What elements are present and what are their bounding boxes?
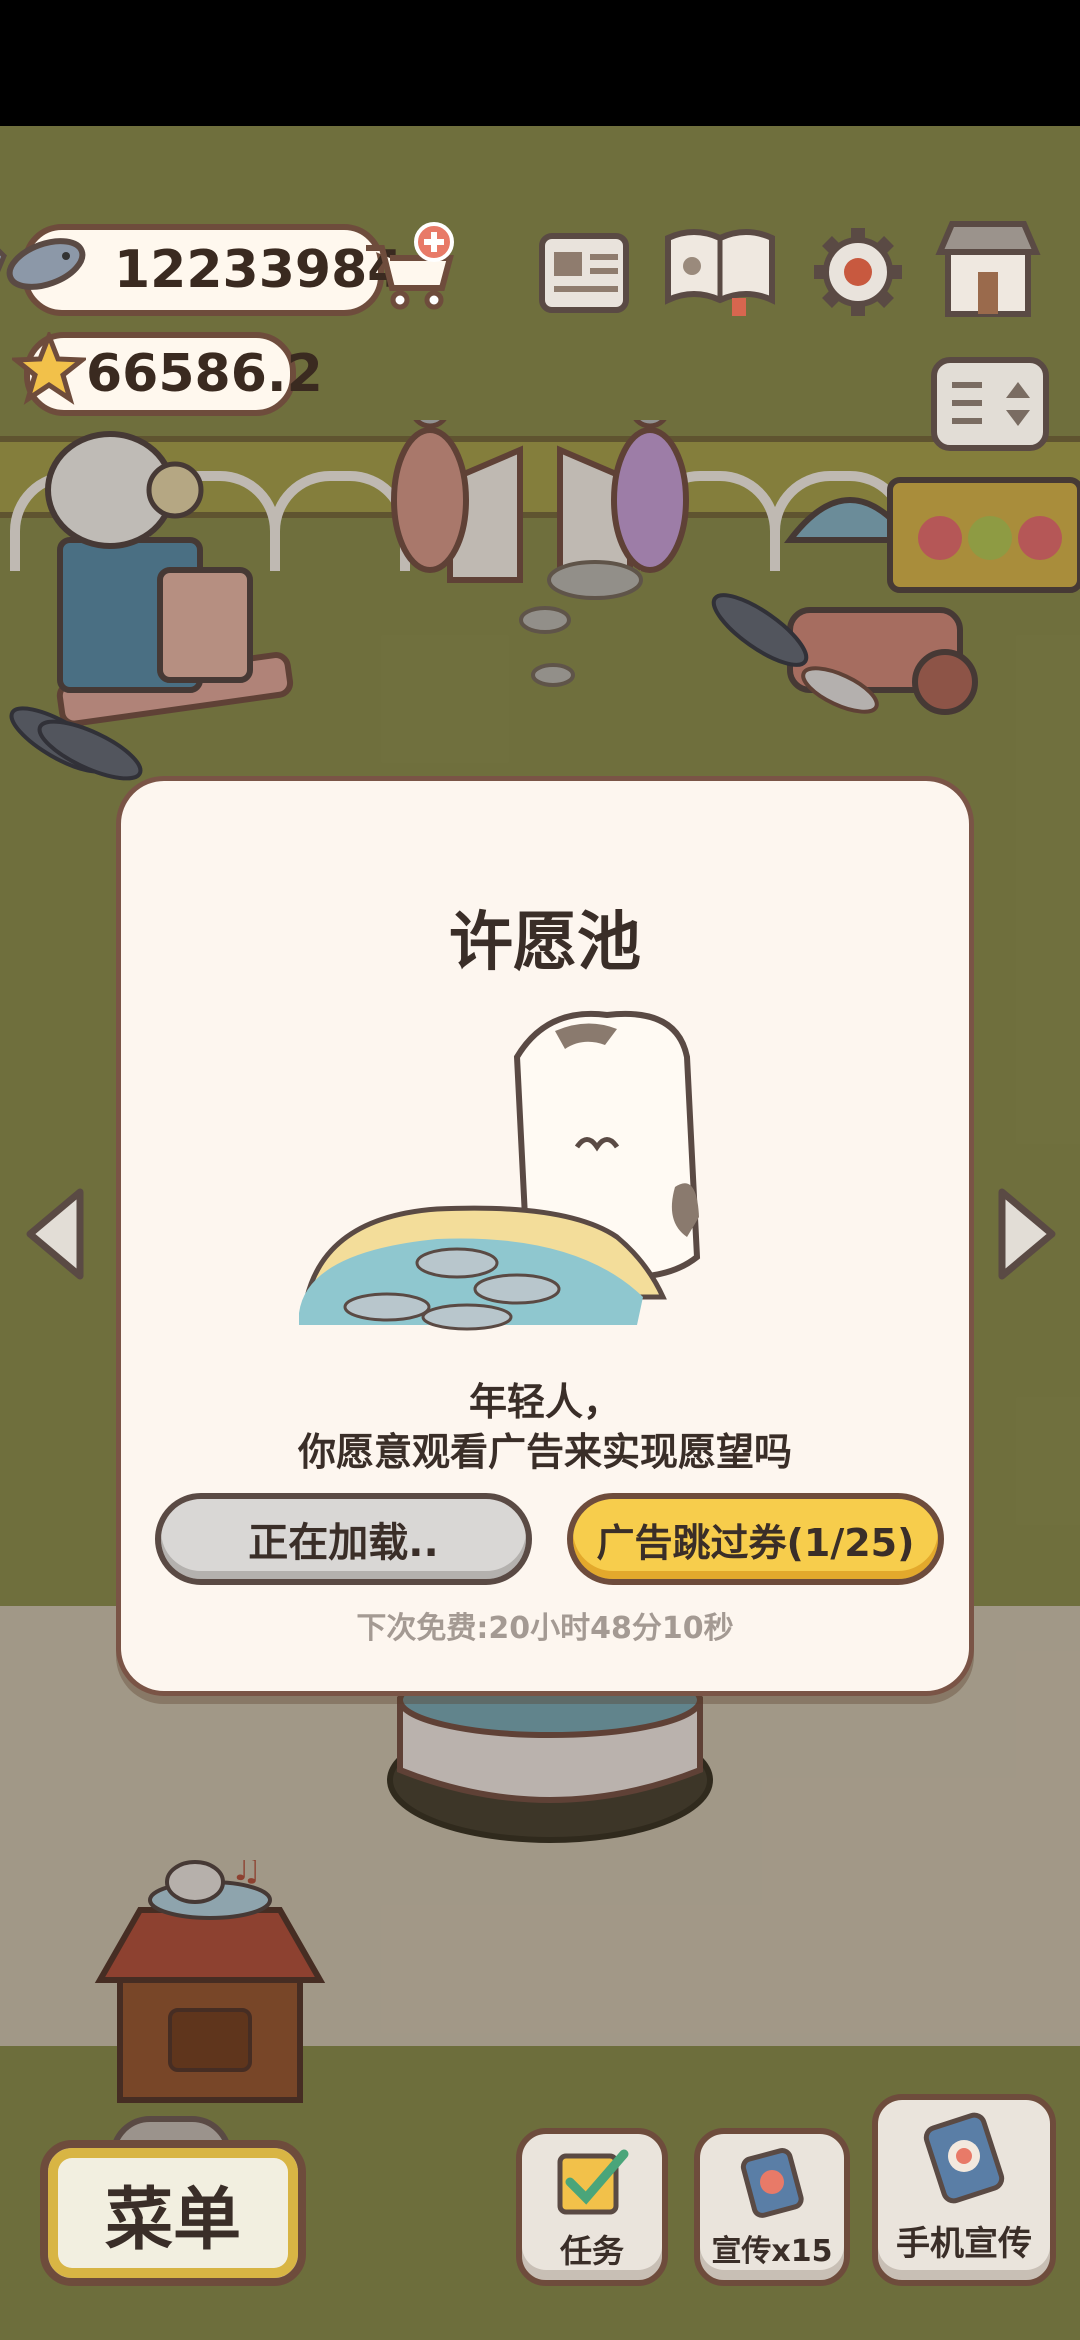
- menu-button[interactable]: 菜单: [40, 2140, 306, 2286]
- cat-book-icon[interactable]: [660, 218, 780, 318]
- arrow-left-icon[interactable]: [20, 1184, 90, 1284]
- dialog-message-line1: 年轻人，: [468, 1380, 621, 1424]
- phone-promo-icon: [923, 2112, 1005, 2204]
- next-free-timer: 下次免费:20小时48分10秒: [356, 1611, 734, 1646]
- checklist-icon: [557, 2149, 629, 2215]
- star-count: 66586.2: [86, 344, 323, 404]
- shop-cart-plus-icon[interactable]: [360, 222, 460, 312]
- star-icon: [12, 332, 86, 405]
- phone-promote-button[interactable]: 手机宣传: [872, 2094, 1056, 2286]
- cat-pool-illustration: [299, 1011, 701, 1331]
- loading-ad-button[interactable]: 正在加载..: [155, 1493, 532, 1585]
- tasks-label: 任务: [559, 2232, 624, 2270]
- promo-card-icon: [740, 2148, 804, 2218]
- promote-button[interactable]: 宣传x15: [694, 2128, 850, 2286]
- phone-promote-label: 手机宣传: [896, 2224, 1032, 2264]
- status-bar: [0, 0, 1080, 126]
- wishing-pool-dialog: 许愿池 年轻人， 你愿意观看广告来实现愿望吗 正在加载.. 广告跳过券(1/25…: [116, 776, 974, 1696]
- newspaper-icon[interactable]: [534, 222, 634, 322]
- ad-skip-ticket-button[interactable]: 广告跳过券(1/25): [567, 1493, 944, 1585]
- settings-gear-icon[interactable]: [808, 222, 908, 322]
- dialog-message-line2: 你愿意观看广告来实现愿望吗: [297, 1430, 792, 1474]
- shop-house-icon[interactable]: [930, 214, 1046, 324]
- game-screen: ♫ 12233984 66586.2 许愿池 年轻人， 你愿意观看广告来实现愿望…: [0, 0, 1080, 2340]
- arrow-right-icon[interactable]: [992, 1184, 1062, 1284]
- sort-toggle-icon[interactable]: [928, 354, 1052, 454]
- tasks-button[interactable]: 任务: [516, 2128, 668, 2286]
- dialog-message: 年轻人， 你愿意观看广告来实现愿望吗: [121, 1377, 969, 1477]
- fish-icon: [0, 238, 86, 290]
- promote-label: 宣传x15: [711, 2234, 833, 2269]
- dialog-title: 许愿池: [449, 906, 641, 980]
